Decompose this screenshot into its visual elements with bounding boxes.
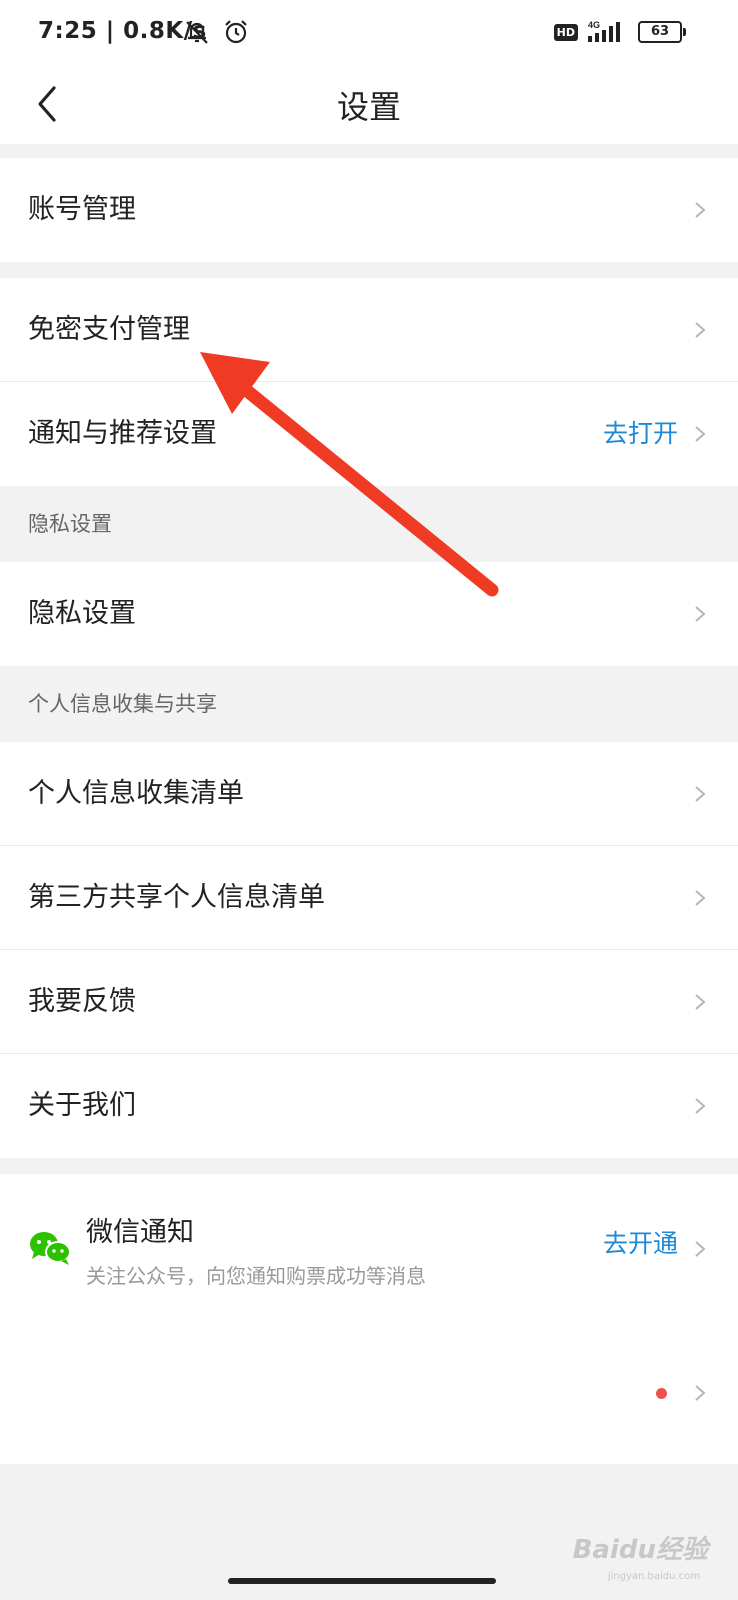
hd-badge: HD [553, 23, 578, 41]
wechat-subtitle: 关注公众号，向您通知购票成功等消息 [86, 1264, 426, 1288]
nav-bar: 设置 [0, 64, 738, 144]
row-label: 通知与推荐设置 [28, 418, 217, 449]
row-label: 我要反馈 [28, 986, 136, 1017]
status-bar: 7:25 | 0.8K/s HD 4G 63 [0, 0, 738, 64]
chevron-right-icon [695, 322, 706, 338]
row-label: 第三方共享个人信息清单 [28, 882, 325, 913]
chevron-right-icon [695, 890, 706, 906]
payment-group: 免密支付管理 通知与推荐设置 去打开 [0, 278, 738, 486]
info-collection-list-row[interactable]: 个人信息收集清单 [0, 742, 738, 846]
signal-icon: 4G [588, 20, 620, 42]
status-icons [182, 16, 250, 48]
third-party-sharing-row[interactable]: 第三方共享个人信息清单 [0, 846, 738, 950]
privacy-section-header: 隐私设置 [0, 486, 738, 562]
svg-text:4G: 4G [588, 20, 600, 30]
chevron-right-icon [695, 786, 706, 802]
wechat-title: 微信通知 [86, 1217, 194, 1248]
account-management-row[interactable]: 账号管理 [0, 158, 738, 262]
chevron-right-icon [695, 994, 706, 1010]
about-us-row[interactable]: 关于我们 [0, 1054, 738, 1158]
row-label: 账号管理 [28, 194, 136, 225]
chevron-right-icon [695, 202, 706, 218]
baidu-watermark: Baidu经验 [572, 1535, 708, 1565]
alarm-icon [225, 20, 247, 44]
personal-info-section-header: 个人信息收集与共享 [0, 666, 738, 742]
wechat-icon [30, 1232, 71, 1265]
status-right: HD 4G 63 [553, 20, 686, 44]
home-indicator[interactable] [228, 1578, 496, 1584]
section-title: 个人信息收集与共享 [28, 692, 217, 716]
row-label: 免密支付管理 [28, 314, 190, 345]
section-title: 隐私设置 [28, 512, 112, 536]
password-free-payment-row[interactable]: 免密支付管理 [0, 278, 738, 382]
chevron-right-icon [695, 426, 706, 442]
chevron-right-icon [695, 1098, 706, 1114]
enable-wechat-link[interactable]: 去开通 [603, 1224, 678, 1260]
notification-settings-row[interactable]: 通知与推荐设置 去打开 [0, 382, 738, 486]
privacy-group: 隐私设置 [0, 562, 738, 666]
bell-off-icon [186, 21, 208, 44]
privacy-settings-row[interactable]: 隐私设置 [0, 562, 738, 666]
page-title: 设置 [336, 88, 401, 126]
chevron-right-icon[interactable] [694, 1384, 706, 1402]
chevron-right-icon [695, 606, 706, 622]
battery-icon: 63 [638, 21, 686, 43]
row-label: 关于我们 [28, 1090, 136, 1121]
wechat-notification-card[interactable]: 微信通知 关注公众号，向您通知购票成功等消息 去开通 [0, 1174, 738, 1464]
chevron-right-icon [695, 1241, 706, 1257]
row-label: 个人信息收集清单 [28, 778, 244, 809]
account-group: 账号管理 [0, 158, 738, 262]
open-action-link[interactable]: 去打开 [603, 382, 678, 486]
row-label: 隐私设置 [28, 598, 136, 629]
watermark-url: jingyan.baidu.com [607, 1571, 700, 1582]
personal-info-group: 个人信息收集清单 第三方共享个人信息清单 我要反馈 关于我们 [0, 742, 738, 1158]
feedback-row[interactable]: 我要反馈 [0, 950, 738, 1054]
notification-dot [656, 1388, 667, 1399]
